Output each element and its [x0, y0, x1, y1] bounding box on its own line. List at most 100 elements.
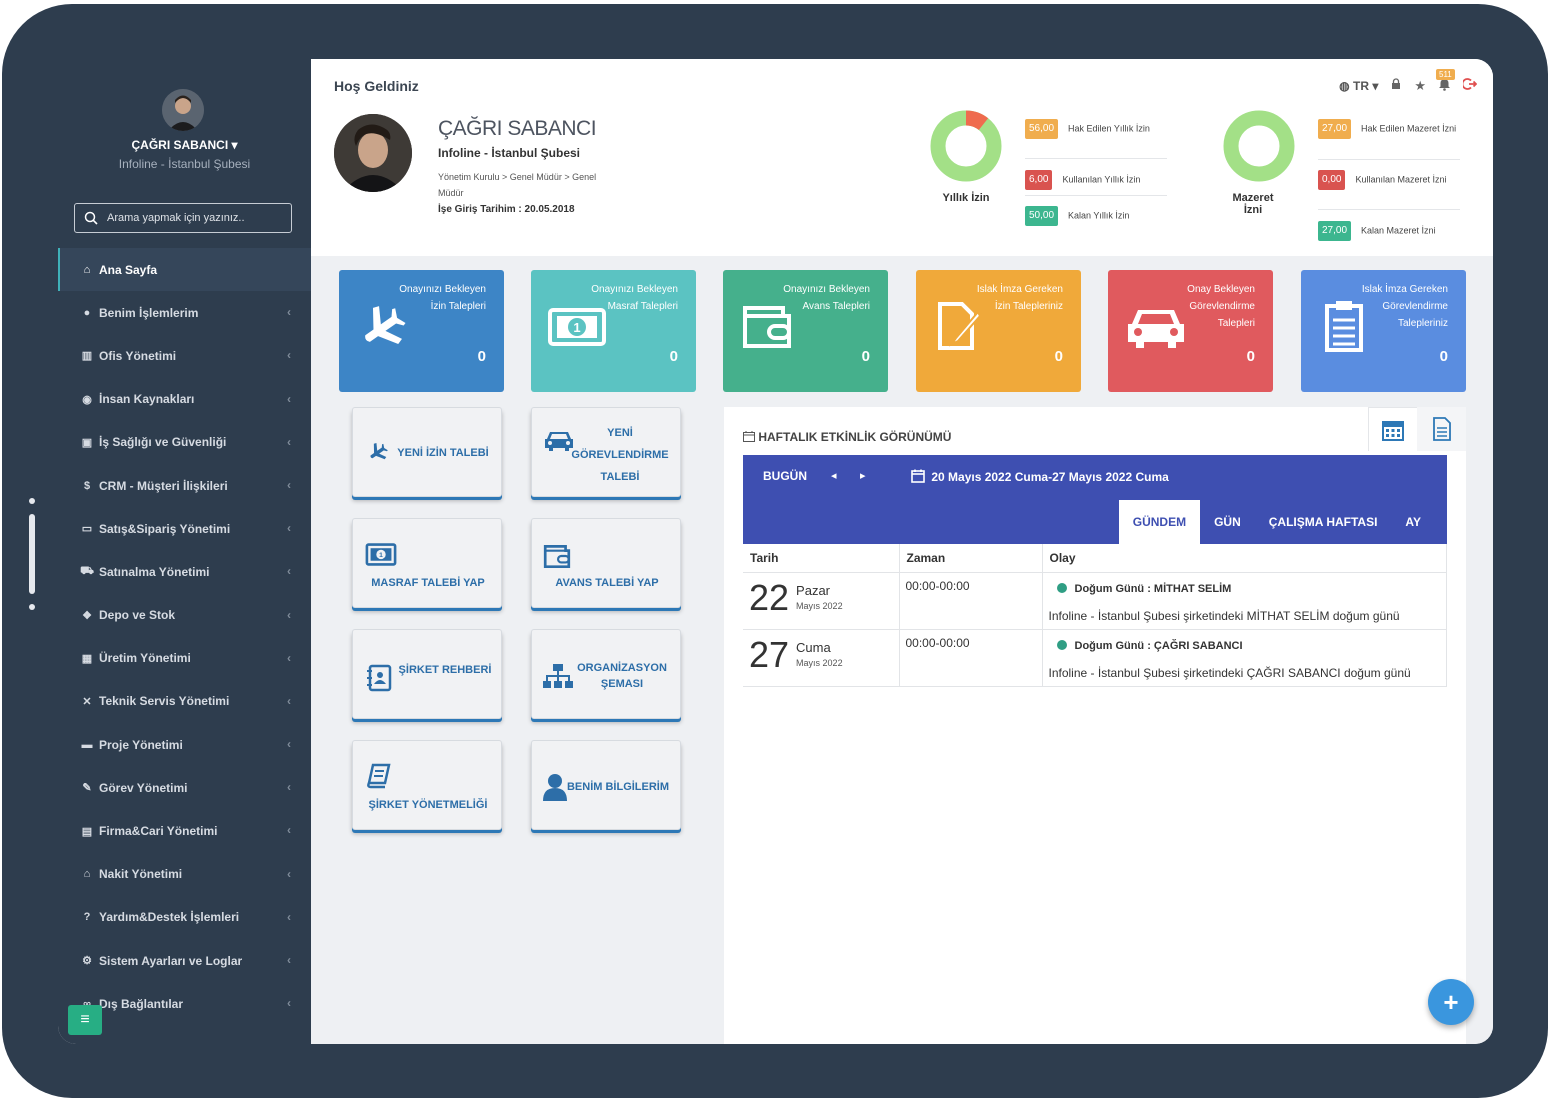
new-assignment-request-button[interactable]: YENİ GÖREVLENDİRME TALEBİ: [531, 407, 681, 497]
dollar-icon: $: [83, 479, 91, 492]
agenda-table: Tarih Zaman Olay 22 Pazar Mayıs 2022 00:…: [743, 544, 1447, 687]
sidebar-item-1[interactable]: ⌂ Ana Sayfa: [58, 248, 311, 292]
money-icon: ▭: [81, 523, 93, 536]
col-event: Olay: [1042, 544, 1447, 573]
add-button[interactable]: +: [1428, 979, 1474, 1025]
sidebar-item-13[interactable]: ✎ Görev Yönetimi ‹: [58, 766, 311, 809]
wallet-icon: [543, 545, 571, 569]
sidebar-item-label: Dış Bağlantılar: [99, 996, 184, 1011]
sidebar-search: [74, 203, 292, 233]
sidebar-item-11[interactable]: ✕ Teknik Servis Yönetimi ‹: [58, 680, 311, 723]
excuse-remaining: 27,00 Kalan Mazeret İzni: [1318, 221, 1458, 241]
tab-calendar-view[interactable]: [1368, 407, 1417, 451]
sidebar-user-name[interactable]: ÇAĞRI SABANCI ▾: [58, 138, 311, 152]
home-icon: ⌂: [83, 263, 91, 276]
stat-card-expense-approvals[interactable]: 1 Onayınızı Bekleyen Masraf Talepleri 0: [531, 270, 696, 392]
sidebar-item-2[interactable]: ● Benim İşlemlerim ‹: [58, 291, 311, 334]
sidebar-item-3[interactable]: ▥ Ofis Yönetimi ‹: [58, 334, 311, 377]
tab-list-view[interactable]: [1417, 407, 1466, 451]
bank-icon: ⌂: [83, 868, 91, 881]
search-input[interactable]: [107, 209, 287, 227]
logout-icon[interactable]: [1461, 77, 1478, 94]
sidebar-item-label: Sistem Ayarları ve Loglar: [99, 953, 243, 968]
sidebar-item-label: İş Sağlığı ve Güvenliği: [99, 435, 227, 450]
profile-org: Infoline - İstanbul Şubesi: [438, 146, 581, 160]
user-icon: ●: [83, 306, 91, 319]
my-info-button[interactable]: BENİM BİLGİLERİM: [531, 740, 681, 830]
next-week-button[interactable]: ▸: [860, 469, 866, 482]
sidebar-item-label: İnsan Kaynakları: [99, 392, 195, 407]
sidebar-item-label: Firma&Cari Yönetimi: [99, 824, 218, 839]
view-work-week[interactable]: ÇALIŞMA HAFTASI: [1255, 500, 1392, 544]
event-dot: [1056, 639, 1067, 650]
chevron-left-icon: ‹: [287, 477, 291, 492]
sidebar-avatar[interactable]: [162, 89, 204, 131]
language-selector[interactable]: ◍ TR ▾: [1339, 79, 1378, 93]
plane-icon: [370, 442, 388, 460]
new-leave-request-button[interactable]: YENİ İZİN TALEBİ: [352, 407, 502, 497]
sidebar-item-15[interactable]: ⌂ Nakit Yönetimi ‹: [58, 853, 311, 896]
sidebar-item-4[interactable]: ◉ İnsan Kaynakları ‹: [58, 378, 311, 421]
sidebar-item-label: Ana Sayfa: [99, 262, 158, 277]
sidebar-item-16[interactable]: ? Yardım&Destek İşlemleri ‹: [58, 896, 311, 939]
view-agenda[interactable]: GÜNDEM: [1118, 500, 1201, 544]
stat-card-leave-approvals[interactable]: Onayınızı Bekleyen İzin Talepleri 0: [339, 270, 504, 392]
calendar-icon: [911, 469, 925, 483]
view-month[interactable]: AY: [1391, 500, 1447, 544]
stat-card-wet-signature-assignment[interactable]: Islak İmza Gereken Görevlendirme Taleple…: [1301, 270, 1466, 392]
users-icon: ◉: [82, 393, 92, 406]
chevron-left-icon: ‹: [287, 521, 291, 536]
view-day[interactable]: GÜN: [1200, 500, 1255, 544]
sidebar-item-10[interactable]: ▦ Üretim Yönetimi ‹: [58, 637, 311, 680]
lock-icon[interactable]: [1390, 78, 1402, 93]
event-time: 00:00-00:00: [899, 572, 1043, 630]
expense-request-button[interactable]: 1 MASRAF TALEBİ YAP: [352, 518, 502, 608]
stat-card-advance-approvals[interactable]: Onayınızı Bekleyen Avans Talepleri 0: [723, 270, 888, 392]
tools-icon: ✕: [82, 695, 92, 708]
calendar-panel-tabs: [1368, 407, 1466, 451]
sidebar-item-7[interactable]: ▭ Satış&Sipariş Yönetimi ‹: [58, 507, 311, 550]
chevron-left-icon: ‹: [287, 305, 291, 320]
briefcase-icon: ▬: [81, 738, 93, 751]
company-directory-button[interactable]: ŞİRKET REHBERİ: [352, 629, 502, 719]
menu-toggle-button[interactable]: ≡: [68, 1005, 102, 1035]
chevron-left-icon: ‹: [287, 866, 291, 881]
sidebar-item-label: Yardım&Destek İşlemleri: [99, 910, 240, 925]
sidebar-item-label: Benim İşlemlerim: [99, 305, 199, 320]
address-book-icon: [367, 664, 392, 692]
excuse-earned: 27,00 Hak Edilen Mazeret İzni: [1318, 119, 1458, 139]
annual-earned: 56,00 Hak Edilen Yıllık İzin: [1025, 119, 1165, 139]
star-icon[interactable]: ★: [1414, 78, 1426, 94]
medkit-icon: ▣: [81, 436, 93, 449]
table-row[interactable]: 27 Cuma Mayıs 2022 00:00-00:00 Doğum Gün…: [743, 629, 1447, 687]
sidebar-item-label: Ofis Yönetimi: [99, 348, 177, 363]
prev-week-button[interactable]: ◂: [831, 469, 837, 482]
sidebar-item-17[interactable]: ⚙ Sistem Ayarları ve Loglar ‹: [58, 939, 311, 982]
company-regulation-button[interactable]: ŞİRKET YÖNETMELİĞİ: [352, 740, 502, 830]
stat-card-wet-signature-leave[interactable]: Islak İmza Gereken İzin Talepleriniz 0: [916, 270, 1081, 392]
chevron-left-icon: ‹: [287, 693, 291, 708]
date-range: 20 Mayıs 2022 Cuma-27 Mayıs 2022 Cuma: [911, 469, 1169, 484]
sidebar-item-5[interactable]: ▣ İş Sağlığı ve Güvenliği ‹: [58, 421, 311, 464]
sidebar-item-6[interactable]: $ CRM - Müşteri İlişkileri ‹: [58, 464, 311, 507]
today-button[interactable]: BUGÜN: [763, 469, 807, 483]
calendar-view-switcher: GÜNDEM GÜN ÇALIŞMA HAFTASI AY: [1118, 500, 1447, 544]
org-chart-button[interactable]: ORGANİZASYON ŞEMASI: [531, 629, 681, 719]
chevron-left-icon: ‹: [287, 650, 291, 665]
sidebar-item-9[interactable]: ❖ Depo ve Stok ‹: [58, 594, 311, 637]
building-icon: ▥: [81, 350, 93, 363]
sidebar-nav: ⌂ Ana Sayfa ● Benim İşlemlerim ‹ ▥ Ofis Yöneti…: [58, 248, 311, 1025]
sidebar-item-14[interactable]: ▤ Firma&Cari Yönetimi ‹: [58, 809, 311, 852]
stat-card-assignment-approvals[interactable]: Onay Bekleyen Görevlendirme Talepleri 0: [1108, 270, 1273, 392]
chevron-left-icon: ‹: [287, 348, 291, 363]
calendar-toolbar: BUGÜN ◂ ▸ 20 Mayıs 2022 Cuma-27 Mayıs 20…: [743, 455, 1447, 544]
event-time: 00:00-00:00: [899, 629, 1043, 687]
notifications-bell[interactable]: 511: [1436, 68, 1455, 94]
profile-position-path: Yönetim Kurulu > Genel Müdür > Genel Müd…: [438, 172, 597, 198]
device-side-buttons: [28, 498, 36, 614]
advance-request-button[interactable]: AVANS TALEBİ YAP: [531, 518, 681, 608]
sidebar-item-8[interactable]: ⛟ Satınalma Yönetimi ‹: [58, 550, 311, 593]
sidebar-item-12[interactable]: ▬ Proje Yönetimi ‹: [58, 723, 311, 766]
table-row[interactable]: 22 Pazar Mayıs 2022 00:00-00:00 Doğum Gü…: [743, 572, 1447, 630]
money-bill-icon: 1: [365, 543, 397, 566]
